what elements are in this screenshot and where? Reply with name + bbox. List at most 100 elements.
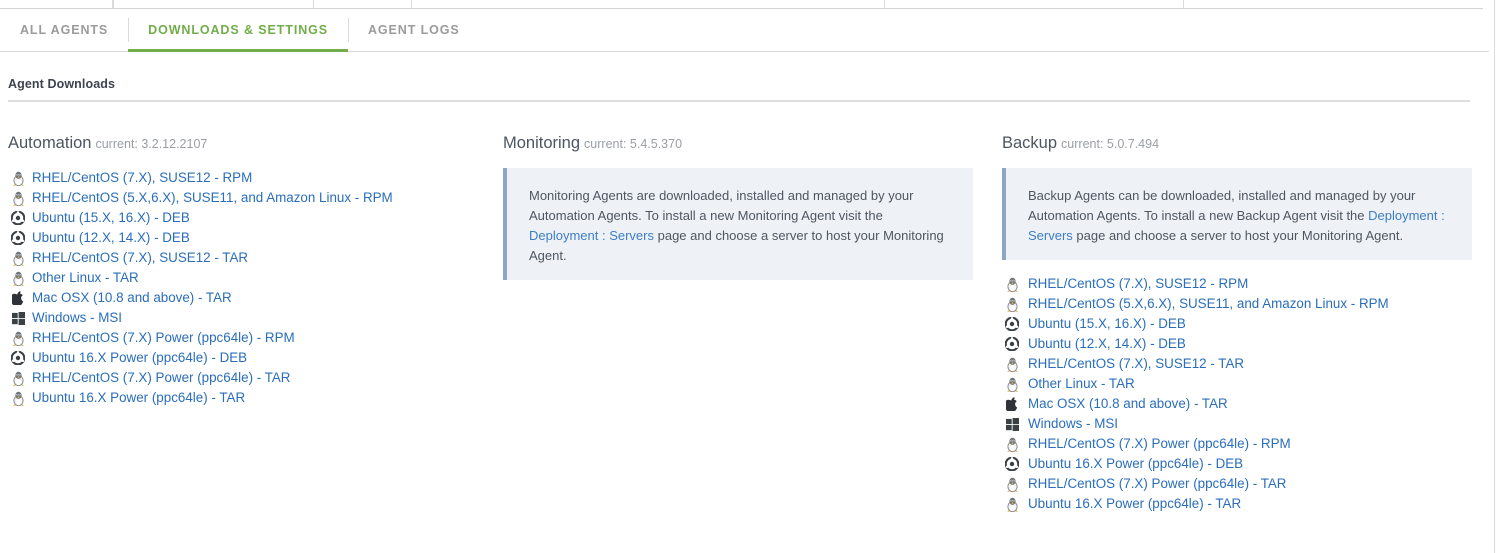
backup-download-link[interactable]: Ubuntu 16.X Power (ppc64le) - DEB [1028,454,1243,474]
top-cutoff-panel-1 [0,0,113,9]
top-cutoff-panel-3 [313,0,411,9]
backup-download-link[interactable]: Ubuntu (12.X, 14.X) - DEB [1028,334,1186,354]
linux-penguin-icon [1002,436,1022,452]
automation-column: Automation current: 3.2.12.2107 RHEL/Cent… [8,134,478,408]
tab-downloads-and-settings-label: DOWNLOADS & SETTINGS [148,23,328,37]
linux-penguin-icon [1002,296,1022,312]
page-right-border [1494,0,1495,553]
linux-penguin-icon [1002,476,1022,492]
download-list-item[interactable]: RHEL/CentOS (7.X) Power (ppc64le) - TAR [8,368,478,388]
download-list-item[interactable]: RHEL/CentOS (7.X), SUSE12 - TAR [1002,354,1472,374]
download-list-item[interactable]: Ubuntu (15.X, 16.X) - DEB [8,208,478,228]
automation-download-link[interactable]: RHEL/CentOS (7.X) Power (ppc64le) - TAR [32,368,290,388]
linux-penguin-icon [8,190,28,206]
download-list-item[interactable]: RHEL/CentOS (7.X), SUSE12 - RPM [8,168,478,188]
backup-heading: Backup current: 5.0.7.494 [1002,134,1472,154]
automation-version: current: 3.2.12.2107 [95,137,208,151]
backup-info-text-after: page and choose a server to host your Mo… [1072,228,1404,243]
download-list-item[interactable]: Ubuntu 16.X Power (ppc64le) - DEB [1002,454,1472,474]
download-list-item[interactable]: RHEL/CentOS (7.X) Power (ppc64le) - TAR [1002,474,1472,494]
download-list-item[interactable]: Other Linux - TAR [1002,374,1472,394]
linux-penguin-icon [8,390,28,406]
backup-download-link[interactable]: Mac OSX (10.8 and above) - TAR [1028,394,1228,414]
download-list-item[interactable]: Windows - MSI [1002,414,1472,434]
automation-download-link[interactable]: RHEL/CentOS (7.X), SUSE12 - RPM [32,168,252,188]
linux-penguin-icon [1002,496,1022,512]
automation-download-link[interactable]: Mac OSX (10.8 and above) - TAR [32,288,232,308]
download-list-item[interactable]: RHEL/CentOS (5.X,6.X), SUSE11, and Amazo… [8,188,478,208]
download-list-item[interactable]: Mac OSX (10.8 and above) - TAR [8,288,478,308]
linux-penguin-icon [8,270,28,286]
linux-penguin-icon [8,330,28,346]
download-list-item[interactable]: Ubuntu (15.X, 16.X) - DEB [1002,314,1472,334]
automation-download-link[interactable]: RHEL/CentOS (7.X) Power (ppc64le) - RPM [32,328,295,348]
download-list-item[interactable]: RHEL/CentOS (5.X,6.X), SUSE11, and Amazo… [1002,294,1472,314]
automation-download-link[interactable]: Ubuntu 16.X Power (ppc64le) - DEB [32,348,247,368]
linux-penguin-icon [8,250,28,266]
backup-download-link[interactable]: RHEL/CentOS (7.X) Power (ppc64le) - RPM [1028,434,1291,454]
backup-download-link[interactable]: Other Linux - TAR [1028,374,1135,394]
top-cutoff-panel-2 [113,0,321,9]
linux-penguin-icon [1002,276,1022,292]
backup-info-box: Backup Agents can be downloaded, install… [1002,168,1472,260]
backup-download-link[interactable]: RHEL/CentOS (5.X,6.X), SUSE11, and Amazo… [1028,294,1389,314]
download-list-item[interactable]: Other Linux - TAR [8,268,478,288]
linux-penguin-icon [1002,376,1022,392]
windows-icon [1002,416,1022,432]
download-list-item[interactable]: RHEL/CentOS (7.X) Power (ppc64le) - RPM [8,328,478,348]
automation-download-link[interactable]: RHEL/CentOS (7.X), SUSE12 - TAR [32,248,248,268]
download-list-item[interactable]: RHEL/CentOS (7.X), SUSE12 - RPM [1002,274,1472,294]
download-list-item[interactable]: Ubuntu 16.X Power (ppc64le) - TAR [1002,494,1472,514]
backup-download-link[interactable]: RHEL/CentOS (7.X), SUSE12 - TAR [1028,354,1244,374]
tab-downloads-and-settings[interactable]: DOWNLOADS & SETTINGS [128,9,348,52]
monitoring-version: current: 5.4.5.370 [584,137,683,151]
tab-all-agents[interactable]: ALL AGENTS [0,9,128,51]
backup-heading-name: Backup [1002,134,1058,152]
automation-download-link[interactable]: Ubuntu 16.X Power (ppc64le) - TAR [32,388,245,408]
backup-download-list: RHEL/CentOS (7.X), SUSE12 - RPM RHEL/Cent… [1002,274,1472,514]
automation-heading: Automation current: 3.2.12.2107 [8,134,478,154]
heading-divider [8,100,1470,102]
automation-download-link[interactable]: Ubuntu (12.X, 14.X) - DEB [32,228,190,248]
backup-column: Backup current: 5.0.7.494 Backup Agents c… [1002,134,1472,514]
backup-download-link[interactable]: Windows - MSI [1028,414,1118,434]
automation-download-link[interactable]: Other Linux - TAR [32,268,139,288]
download-list-item[interactable]: Ubuntu (12.X, 14.X) - DEB [8,228,478,248]
tab-all-agents-label: ALL AGENTS [20,23,109,37]
top-cutoff-panel-5 [884,0,1184,9]
ubuntu-icon [8,350,28,366]
backup-download-link[interactable]: RHEL/CentOS (7.X) Power (ppc64le) - TAR [1028,474,1286,494]
tab-agent-logs-label: AGENT LOGS [367,23,460,37]
download-list-item[interactable]: RHEL/CentOS (7.X) Power (ppc64le) - RPM [1002,434,1472,454]
ubuntu-icon [8,230,28,246]
monitoring-info-box: Monitoring Agents are downloaded, instal… [503,168,973,280]
agent-downloads-page: ALL AGENTS DOWNLOADS & SETTINGS AGENT LO… [0,0,1503,553]
tab-agent-logs[interactable]: AGENT LOGS [347,9,480,51]
download-list-item[interactable]: Mac OSX (10.8 and above) - TAR [1002,394,1472,414]
apple-icon [1002,396,1022,412]
download-list-item[interactable]: Windows - MSI [8,308,478,328]
ubuntu-icon [1002,336,1022,352]
monitoring-column: Monitoring current: 5.4.5.370 Monitoring … [503,134,973,280]
backup-download-link[interactable]: Ubuntu (15.X, 16.X) - DEB [1028,314,1186,334]
monitoring-deployment-servers-link[interactable]: Deployment : Servers [529,228,654,243]
download-list-item[interactable]: Ubuntu 16.X Power (ppc64le) - TAR [8,388,478,408]
automation-download-link[interactable]: Ubuntu (15.X, 16.X) - DEB [32,208,190,228]
automation-download-link[interactable]: Windows - MSI [32,308,122,328]
linux-penguin-icon [8,370,28,386]
backup-download-link[interactable]: Ubuntu 16.X Power (ppc64le) - TAR [1028,494,1241,514]
download-list-item[interactable]: Ubuntu (12.X, 14.X) - DEB [1002,334,1472,354]
monitoring-heading: Monitoring current: 5.4.5.370 [503,134,973,154]
ubuntu-icon [1002,316,1022,332]
linux-penguin-icon [8,170,28,186]
download-list-item[interactable]: RHEL/CentOS (7.X), SUSE12 - TAR [8,248,478,268]
automation-heading-name: Automation [8,134,92,152]
download-list-item[interactable]: Ubuntu 16.X Power (ppc64le) - DEB [8,348,478,368]
backup-info-text-before: Backup Agents can be downloaded, install… [1028,188,1416,223]
backup-download-link[interactable]: RHEL/CentOS (7.X), SUSE12 - RPM [1028,274,1248,294]
automation-download-link[interactable]: RHEL/CentOS (5.X,6.X), SUSE11, and Amazo… [32,188,393,208]
ubuntu-icon [1002,456,1022,472]
ubuntu-icon [8,210,28,226]
linux-penguin-icon [1002,356,1022,372]
tab-bar: ALL AGENTS DOWNLOADS & SETTINGS AGENT LO… [0,9,1489,52]
